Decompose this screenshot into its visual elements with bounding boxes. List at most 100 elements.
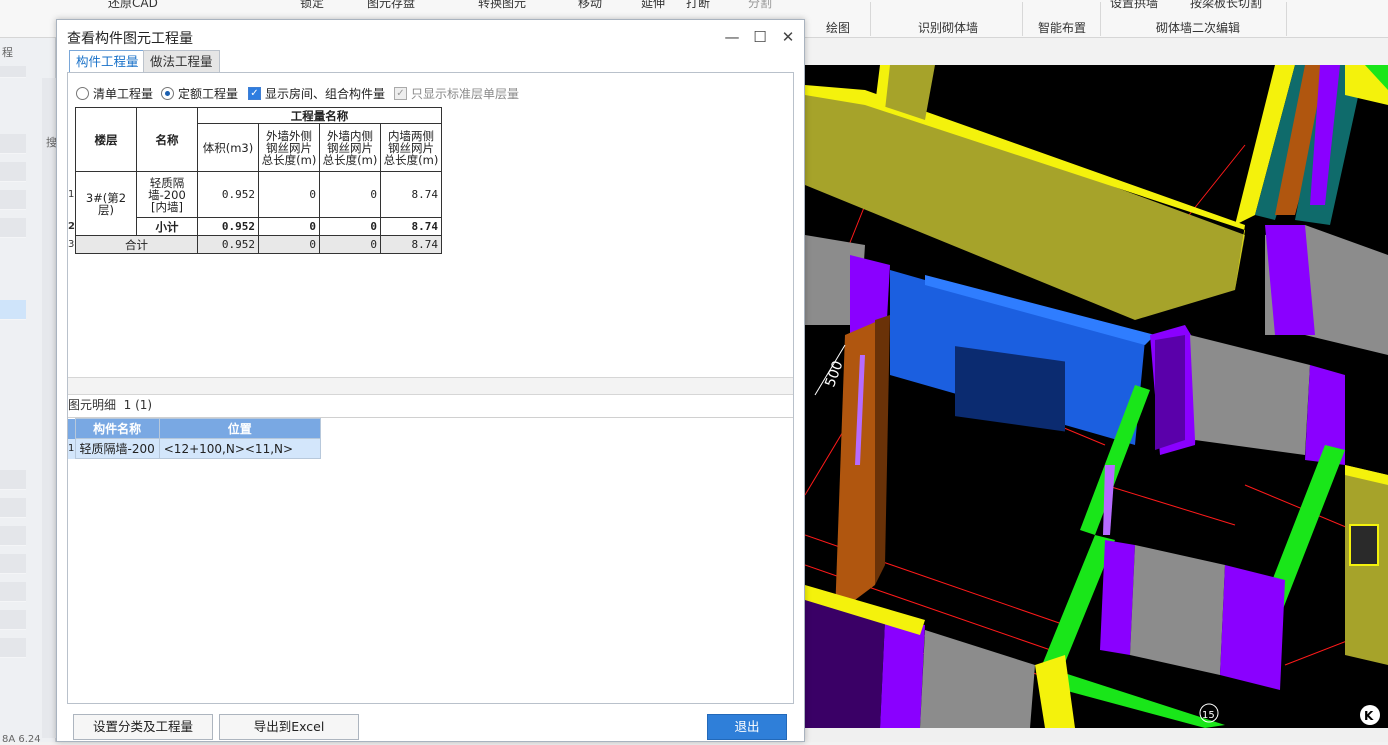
close-icon[interactable]: ✕ xyxy=(777,26,799,48)
dialog-title: 查看构件图元工程量 xyxy=(67,31,193,47)
convert-element-button[interactable]: 转换图元 xyxy=(478,0,526,11)
option-list-qty-label: 清单工程量 xyxy=(93,86,154,101)
cell-floor: 3#(第2层) xyxy=(74,171,137,236)
detail-header-position: 位置 xyxy=(158,418,321,439)
header-outer-outside: 外墙外侧钢丝网片总长度(m) xyxy=(257,123,320,172)
left-panel-background: 程 搜 8A 6.24 xyxy=(0,38,57,745)
cell-volume: 0.952 xyxy=(196,171,259,218)
minimize-icon[interactable]: — xyxy=(721,26,743,48)
classify-settings-button[interactable]: 设置分类及工程量 xyxy=(73,714,213,740)
cell-volume: 0.952 xyxy=(196,217,259,236)
row-number: 2 xyxy=(68,220,75,232)
detail-title: 图元明细 xyxy=(68,398,117,412)
cell-outer-outside: 0 xyxy=(257,171,320,218)
cell-outer-outside: 0 xyxy=(257,235,320,254)
cell-total: 合计 xyxy=(74,235,198,254)
option-std-floor-label: 只显示标准层单层量 xyxy=(411,86,520,101)
option-quota-qty-label: 定额工程量 xyxy=(178,86,239,101)
break-button[interactable]: 打断 xyxy=(686,0,710,11)
export-excel-button[interactable]: 导出到Excel xyxy=(219,714,359,740)
header-inner-both: 内墙两侧钢丝网片总长度(m) xyxy=(379,123,442,172)
option-list-qty[interactable]: 清单工程量 xyxy=(76,85,153,101)
panel-scroll-strip[interactable] xyxy=(42,78,56,738)
panel-row[interactable] xyxy=(0,610,26,630)
lock-button[interactable]: 锁定 xyxy=(300,0,324,11)
cell-outer-outside: 0 xyxy=(257,217,320,236)
panel-row[interactable] xyxy=(0,470,26,490)
split-button[interactable]: 分割 xyxy=(748,0,772,11)
checkbox-std-floor[interactable]: ✓ xyxy=(394,86,407,100)
checkbox-show-room[interactable]: ✓ xyxy=(248,86,261,100)
dimension-label: 500 xyxy=(822,359,846,390)
3d-model-drawing: 500 15 K xyxy=(805,65,1388,728)
panel-row[interactable] xyxy=(0,498,26,518)
group-smart-label: 智能布置 xyxy=(1038,21,1087,35)
panel-row[interactable] xyxy=(0,190,26,210)
extend-button[interactable]: 延伸 xyxy=(641,0,665,11)
group-edit-label: 砌体墙二次编辑 xyxy=(1156,21,1241,35)
panel-row[interactable] xyxy=(0,162,26,182)
panel-row[interactable] xyxy=(0,526,26,546)
panel-row[interactable] xyxy=(0,134,26,154)
ribbon-separator xyxy=(1100,2,1101,36)
status-coordinate: 8A 6.24 xyxy=(2,734,41,745)
table-row[interactable]: 3 合计 0.952 0 0 8.74 xyxy=(68,235,442,254)
panel-row[interactable] xyxy=(0,218,26,238)
option-std-floor[interactable]: ✓ 只显示标准层单层量 xyxy=(394,85,519,101)
table-row[interactable]: 1 3#(第2层) 轻质隔墙-200 [内墙] 0.952 0 0 8.74 xyxy=(68,171,442,236)
detail-count: 1 (1) xyxy=(123,398,153,412)
move-button[interactable]: 移动 xyxy=(578,0,602,11)
group-draw-label: 绘图 xyxy=(826,21,851,35)
detail-table: 构件名称 位置 1 轻质隔墙-200 <12+100,N><11,N> xyxy=(68,418,321,459)
small-opening xyxy=(1349,524,1379,566)
pane-splitter[interactable] xyxy=(68,377,793,395)
save-element-button[interactable]: 图元存盘 xyxy=(367,0,415,11)
option-quota-qty[interactable]: 定额工程量 xyxy=(161,85,238,101)
row-number: 1 xyxy=(68,438,75,459)
cell-inner-both: 8.74 xyxy=(379,217,442,236)
panel-row[interactable] xyxy=(0,638,26,658)
cell-outer-inside: 0 xyxy=(318,171,381,218)
header-name: 名称 xyxy=(135,107,198,172)
cell-volume: 0.952 xyxy=(196,235,259,254)
panel-row-selected[interactable] xyxy=(0,300,26,320)
restore-cad-button[interactable]: 还原CAD xyxy=(108,0,158,11)
row-number: 3 xyxy=(68,238,75,250)
tab-method-qty[interactable]: 做法工程量 xyxy=(143,50,220,72)
panel-row[interactable] xyxy=(0,554,26,574)
set-arch-wall-button[interactable]: 设置拱墙 xyxy=(1110,0,1158,11)
cell-outer-inside: 0 xyxy=(318,235,381,254)
table-row[interactable]: 1 轻质隔墙-200 <12+100,N><11,N> xyxy=(68,438,321,459)
quantity-dialog: 查看构件图元工程量 — ☐ ✕ 构件工程量 做法工程量 清单工程量 定额工程量 … xyxy=(56,19,805,742)
tab-component-qty[interactable]: 构件工程量 xyxy=(69,50,146,73)
exit-button[interactable]: 退出 xyxy=(707,714,787,740)
cell-inner-both: 8.74 xyxy=(379,171,442,218)
detail-cell-position: <12+100,N><11,N> xyxy=(158,438,321,459)
3d-viewport[interactable]: 500 15 K xyxy=(805,65,1388,728)
header-outer-inside: 外墙内侧钢丝网片总长度(m) xyxy=(318,123,381,172)
cut-by-beam-button[interactable]: 按梁板长切割 xyxy=(1190,0,1262,11)
radio-list-qty[interactable] xyxy=(76,86,89,100)
detail-panel: 构件名称 位置 1 轻质隔墙-200 <12+100,N><11,N> xyxy=(68,417,793,703)
cell-outer-inside: 0 xyxy=(318,217,381,236)
row-number: 1 xyxy=(68,188,75,200)
tab-content: 清单工程量 定额工程量 ✓ 显示房间、组合构件量 ✓ 只显示标准层单层量 楼层 … xyxy=(67,72,794,704)
ribbon-separator xyxy=(1286,2,1287,36)
header-volume: 体积(m3) xyxy=(196,123,259,172)
option-show-room[interactable]: ✓ 显示房间、组合构件量 xyxy=(248,85,385,101)
detail-header-name: 构件名称 xyxy=(74,418,160,439)
maximize-icon[interactable]: ☐ xyxy=(749,26,771,48)
option-show-room-label: 显示房间、组合构件量 xyxy=(265,86,386,101)
panel-row[interactable] xyxy=(0,66,26,78)
header-floor: 楼层 xyxy=(74,107,137,172)
detail-cell-name: 轻质隔墙-200 xyxy=(74,438,160,459)
header-qty-group: 工程量名称 xyxy=(196,107,442,124)
radio-quota-qty[interactable] xyxy=(161,86,174,100)
corner-badge-label: K xyxy=(1364,709,1374,723)
ribbon-separator xyxy=(870,2,871,36)
status-strip xyxy=(805,728,1388,742)
quantity-table: 楼层 名称 工程量名称 体积(m3) 外墙外侧钢丝网片总长度(m) 外墙内侧钢丝… xyxy=(68,107,442,254)
ribbon-separator xyxy=(1022,2,1023,36)
panel-row[interactable] xyxy=(0,582,26,602)
cell-inner-both: 8.74 xyxy=(379,235,442,254)
